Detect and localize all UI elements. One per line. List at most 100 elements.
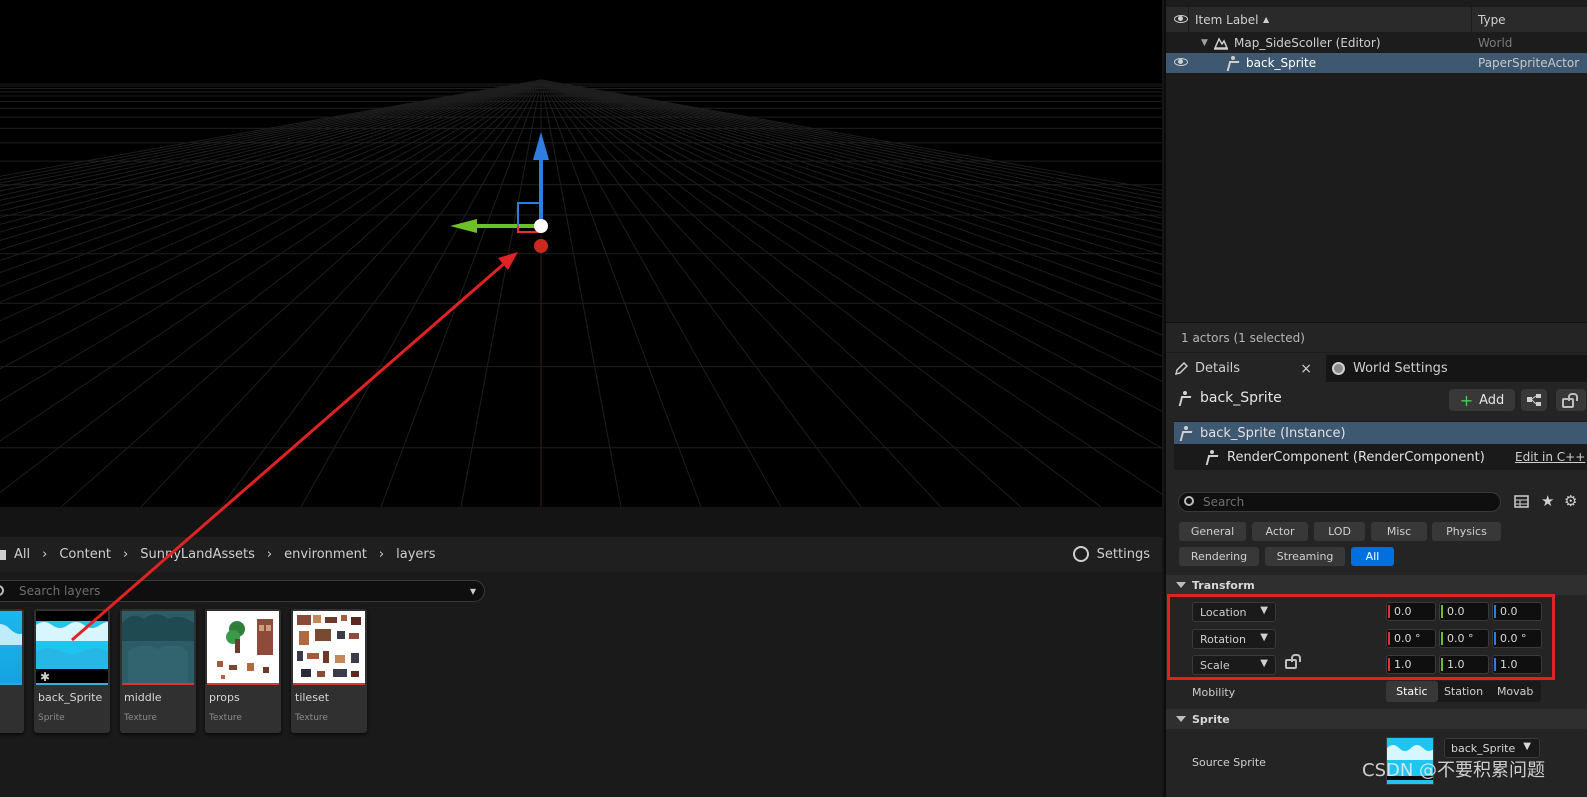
- column-item-label[interactable]: Item Label: [1195, 13, 1259, 27]
- filter-general[interactable]: General: [1179, 522, 1246, 541]
- asset-thumbnail: [293, 611, 365, 683]
- asset-tile[interactable]: [0, 609, 24, 733]
- grid-line: [0, 79, 542, 274]
- lock-icon[interactable]: [1285, 654, 1301, 669]
- asset-type-bar: [293, 683, 365, 685]
- scale-y-field[interactable]: 1.0: [1439, 655, 1489, 674]
- eye-icon[interactable]: [1174, 58, 1188, 66]
- chevron-right-icon[interactable]: ›: [123, 547, 128, 562]
- close-icon[interactable]: ×: [1300, 361, 1312, 377]
- viewport-canvas[interactable]: [0, 0, 1162, 507]
- search-layers-placeholder: Search layers: [19, 584, 101, 598]
- asset-thumbnail: [207, 611, 279, 683]
- grid-view-icon[interactable]: [1514, 494, 1530, 510]
- component-row-instance[interactable]: back_Sprite (Instance): [1174, 422, 1587, 444]
- filter-actor[interactable]: Actor: [1252, 522, 1308, 541]
- filter-streaming[interactable]: Streaming: [1265, 547, 1345, 566]
- grid-line: [0, 79, 542, 201]
- asset-thumbnail: [122, 611, 194, 683]
- location-x-field[interactable]: 0.0: [1386, 602, 1436, 621]
- source-sprite-dropdown[interactable]: back_Sprite ▼: [1444, 738, 1540, 758]
- edit-in-cpp-link[interactable]: Edit in C++: [1515, 450, 1585, 464]
- scale-dropdown[interactable]: Scale ▼: [1192, 655, 1276, 675]
- add-component-button[interactable]: + Add: [1449, 389, 1515, 411]
- actor-icon: [1179, 426, 1193, 440]
- breadcrumb-item-content[interactable]: Content: [59, 547, 111, 562]
- blueprint-button[interactable]: [1521, 389, 1547, 411]
- gear-icon[interactable]: ⚙: [1564, 492, 1577, 510]
- filter-all[interactable]: All: [1351, 547, 1394, 566]
- grid-line: [0, 79, 542, 184]
- chevron-down-icon: ▼: [1260, 632, 1268, 643]
- add-label: Add: [1479, 392, 1505, 408]
- chevron-right-icon[interactable]: ›: [267, 547, 272, 562]
- asset-type: Texture: [124, 713, 157, 723]
- asset-tile-tileset[interactable]: tileset Texture: [291, 609, 367, 733]
- outliner-row-back-sprite[interactable]: back_Sprite PaperSpriteActor: [1166, 53, 1587, 73]
- mobility-movable[interactable]: Movab: [1489, 681, 1541, 702]
- star-icon[interactable]: ★: [1541, 492, 1554, 510]
- component-row-render[interactable]: RenderComponent (RenderComponent) Edit i…: [1174, 446, 1587, 468]
- asset-tile-props[interactable]: props Texture: [205, 609, 281, 733]
- scale-z-field[interactable]: 1.0: [1492, 655, 1542, 674]
- transform-section-header[interactable]: Transform: [1166, 575, 1587, 595]
- asset-type: Sprite: [38, 713, 65, 723]
- asset-name: back_Sprite: [38, 691, 103, 704]
- outliner-row-world[interactable]: ▼ Map_SideScoller (Editor) World: [1166, 33, 1587, 53]
- grid-line: [0, 79, 542, 212]
- location-z-field[interactable]: 0.0: [1492, 602, 1542, 621]
- mobility-toggle-group: Static Station Movab: [1386, 681, 1541, 702]
- sprite-section-header[interactable]: Sprite: [1166, 709, 1587, 729]
- component-label: back_Sprite (Instance): [1200, 425, 1346, 441]
- rotation-y-field[interactable]: 0.0 °: [1439, 629, 1489, 648]
- sort-ascending-icon[interactable]: ▲: [1263, 15, 1269, 24]
- asset-tile-back-sprite[interactable]: ✱ back_Sprite Sprite: [34, 609, 110, 733]
- outliner-item-type: World: [1478, 36, 1513, 50]
- chevron-down-icon[interactable]: ▾: [470, 584, 476, 598]
- grid-line: [0, 79, 542, 402]
- column-type[interactable]: Type: [1478, 13, 1506, 27]
- eye-icon[interactable]: [1174, 15, 1188, 23]
- rotation-dropdown[interactable]: Rotation ▼: [1192, 629, 1276, 649]
- filter-misc[interactable]: Misc: [1371, 522, 1427, 541]
- asset-tile-middle[interactable]: middle Texture: [120, 609, 196, 733]
- scale-x-field[interactable]: 1.0: [1386, 655, 1436, 674]
- grid-line: [220, 79, 542, 507]
- breadcrumb-item-environment[interactable]: environment: [284, 547, 367, 562]
- breadcrumb-item-sunnylandassets[interactable]: SunnyLandAssets: [140, 547, 255, 562]
- asset-thumbnail: ✱: [36, 611, 108, 683]
- tab-details[interactable]: Details ×: [1166, 355, 1326, 382]
- breadcrumb-item-all[interactable]: All: [14, 547, 30, 562]
- level-viewport[interactable]: [0, 0, 1162, 507]
- mobility-stationary[interactable]: Station: [1438, 681, 1490, 702]
- pencil-icon: [1174, 361, 1188, 375]
- filter-rendering[interactable]: Rendering: [1179, 547, 1259, 566]
- location-row: Location ▼ 0.0 0.0 0.0: [1166, 599, 1587, 625]
- location-y-field[interactable]: 0.0: [1439, 602, 1489, 621]
- lock-button[interactable]: [1556, 389, 1586, 411]
- grid-line: [540, 79, 622, 507]
- breadcrumb-item-layers[interactable]: layers: [396, 547, 435, 562]
- chevron-down-icon[interactable]: ▼: [1201, 38, 1208, 48]
- actor-icon: [1178, 391, 1192, 405]
- chevron-right-icon[interactable]: ›: [42, 547, 47, 562]
- grid-line: [0, 79, 542, 207]
- filter-physics[interactable]: Physics: [1432, 522, 1501, 541]
- location-dropdown[interactable]: Location ▼: [1192, 602, 1276, 622]
- actor-icon: [1226, 56, 1240, 70]
- asset-type-bar: [207, 683, 279, 685]
- settings-button[interactable]: Settings: [1072, 546, 1150, 562]
- perspective-grid: [0, 79, 1162, 507]
- actor-name: back_Sprite: [1200, 390, 1282, 406]
- asset-type-bar: [36, 683, 108, 685]
- asset-name: props: [209, 691, 240, 704]
- mobility-static[interactable]: Static: [1386, 681, 1438, 702]
- rotation-z-field[interactable]: 0.0 °: [1492, 629, 1542, 648]
- search-layers-input[interactable]: Search layers ▾: [0, 580, 485, 602]
- details-search-input[interactable]: Search: [1178, 492, 1501, 512]
- filter-lod[interactable]: LOD: [1314, 522, 1365, 541]
- grid-line: [540, 79, 862, 507]
- tab-world-settings[interactable]: World Settings: [1332, 355, 1482, 382]
- chevron-right-icon[interactable]: ›: [379, 547, 384, 562]
- rotation-x-field[interactable]: 0.0 °: [1386, 629, 1436, 648]
